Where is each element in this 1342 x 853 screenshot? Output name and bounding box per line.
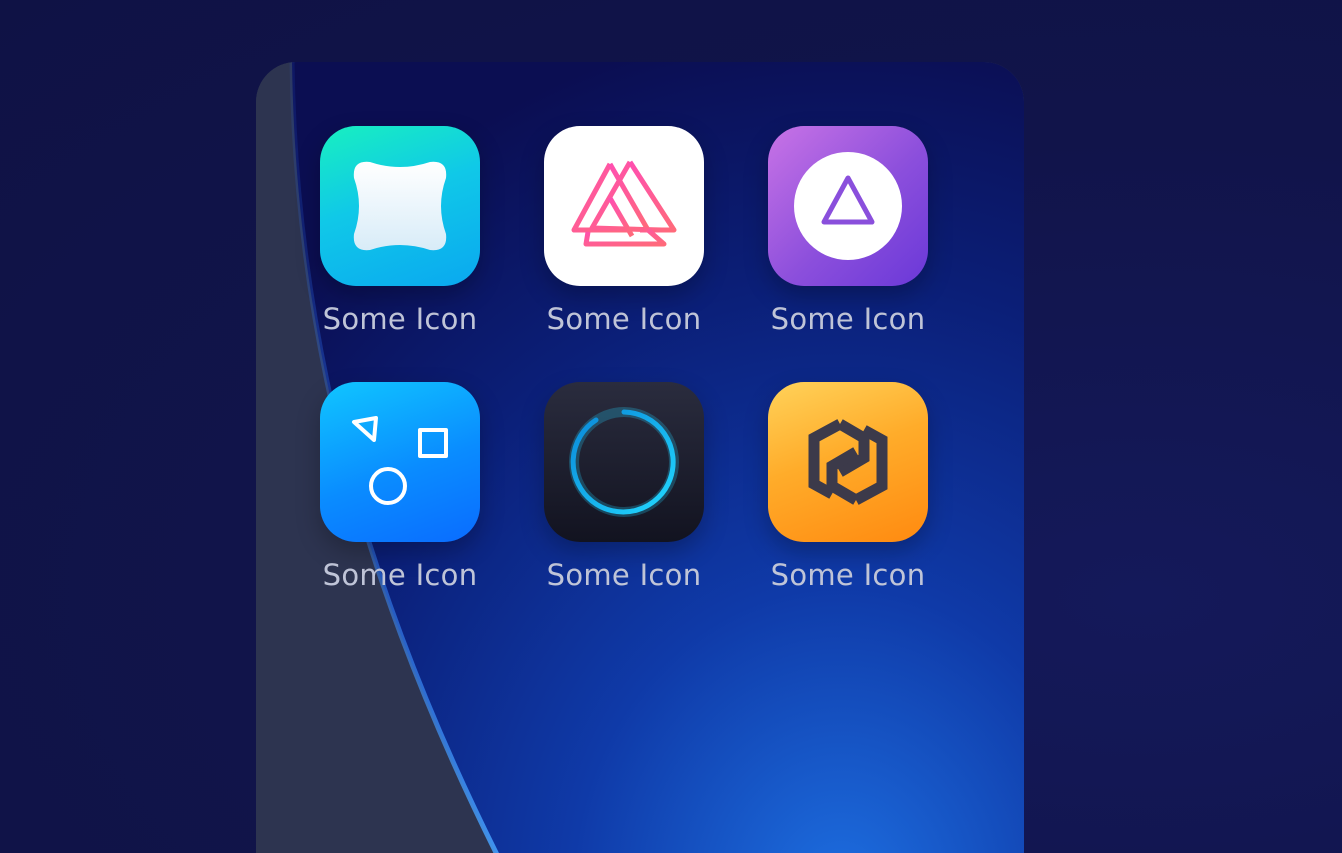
app-label: Some Icon xyxy=(770,302,926,336)
interlocked-triangles-icon[interactable] xyxy=(544,126,704,286)
desktop-background: Some Icon Some Icon Some Icon Some Icon … xyxy=(0,0,1342,853)
loading-ring-icon[interactable] xyxy=(544,382,704,542)
hexagon-link-icon[interactable] xyxy=(768,382,928,542)
shapes-icon[interactable] xyxy=(320,382,480,542)
triangle-in-circle-icon[interactable] xyxy=(768,126,928,286)
app-label: Some Icon xyxy=(322,558,478,592)
app-icon-6[interactable]: Some Icon xyxy=(768,382,928,638)
app-grid: Some Icon Some Icon Some Icon Some Icon … xyxy=(320,126,928,638)
app-label: Some Icon xyxy=(546,302,702,336)
app-label: Some Icon xyxy=(770,558,926,592)
app-icon-5[interactable]: Some Icon xyxy=(544,382,704,638)
app-icon-4[interactable]: Some Icon xyxy=(320,382,480,638)
sparkle-cushion-icon[interactable] xyxy=(320,126,480,286)
app-label: Some Icon xyxy=(546,558,702,592)
phone-home-screen: Some Icon Some Icon Some Icon Some Icon … xyxy=(256,62,1024,853)
app-label: Some Icon xyxy=(322,302,478,336)
app-icon-3[interactable]: Some Icon xyxy=(768,126,928,382)
app-icon-1[interactable]: Some Icon xyxy=(320,126,480,382)
app-icon-2[interactable]: Some Icon xyxy=(544,126,704,382)
